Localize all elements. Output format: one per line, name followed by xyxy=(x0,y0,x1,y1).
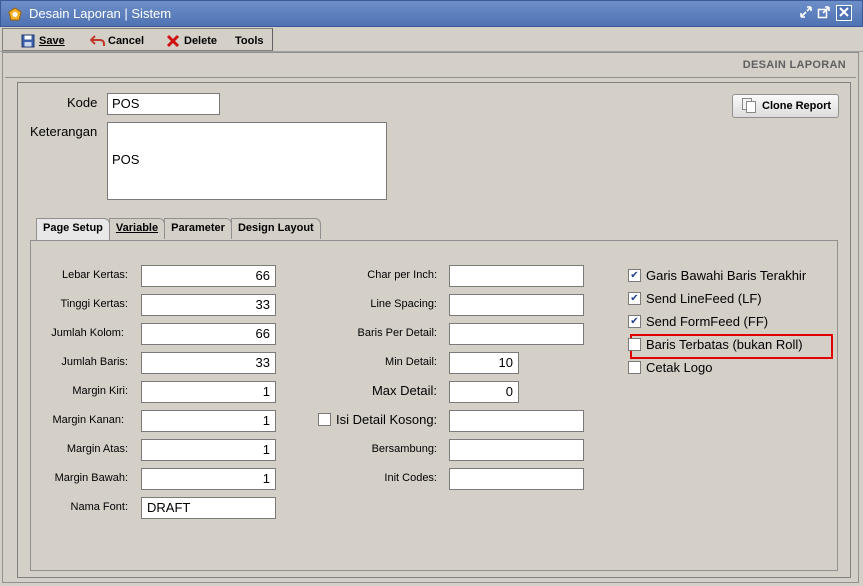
window-title: Desain Laporan | Sistem xyxy=(29,6,172,21)
clone-report-label: Clone Report xyxy=(762,100,832,112)
isi-detail-kosong-label: Isi Detail Kosong: xyxy=(336,412,438,427)
max-detail-label: Max Detail: xyxy=(371,383,437,398)
delete-label: Delete xyxy=(184,35,218,47)
tinggi-kertas-label: Tinggi Kertas: xyxy=(60,298,128,310)
toolbar-group: Save Cancel Delete Tools xyxy=(2,28,273,51)
line-spacing-field[interactable] xyxy=(449,294,584,316)
isi-detail-kosong-checkbox[interactable]: Isi Detail Kosong: xyxy=(318,412,437,427)
restore-icon[interactable] xyxy=(798,5,814,21)
min-detail-field[interactable]: 10 xyxy=(449,352,519,374)
jumlah-kolom-field[interactable]: 66 xyxy=(141,323,276,345)
floppy-disk-icon xyxy=(21,34,35,48)
checkbox-checked-icon[interactable]: ✔ xyxy=(628,292,641,305)
cancel-button[interactable]: Cancel xyxy=(89,32,145,50)
nama-font-label: Nama Font: xyxy=(70,501,128,513)
kode-label: Kode xyxy=(67,95,98,110)
keterangan-field[interactable]: POS xyxy=(107,122,387,200)
send-formfeed-checkbox[interactable]: ✔ Send FormFeed (FF) xyxy=(628,314,768,329)
tab-strip: Page Setup Variable Parameter Design Lay… xyxy=(36,218,321,240)
char-per-inch-field[interactable] xyxy=(449,265,584,287)
jumlah-baris-field[interactable]: 33 xyxy=(141,352,276,374)
lebar-kertas-field[interactable]: 66 xyxy=(141,265,276,287)
margin-kiri-label: Margin Kiri: xyxy=(72,385,128,397)
kode-field[interactable]: POS xyxy=(107,93,220,115)
margin-bawah-field[interactable]: 1 xyxy=(141,468,276,490)
margin-kanan-label: Margin Kanan: xyxy=(52,414,124,426)
save-button[interactable]: Save xyxy=(21,32,65,50)
baris-terbatas-checkbox[interactable]: Baris Terbatas (bukan Roll) xyxy=(628,337,803,352)
baris-terbatas-label: Baris Terbatas (bukan Roll) xyxy=(646,337,803,352)
tab-design-layout[interactable]: Design Layout xyxy=(230,218,321,239)
tools-button[interactable]: Tools xyxy=(235,32,264,50)
init-codes-label: Init Codes: xyxy=(384,472,437,484)
margin-kiri-field[interactable]: 1 xyxy=(141,381,276,403)
checkbox-box[interactable] xyxy=(318,413,331,426)
send-formfeed-label: Send FormFeed (FF) xyxy=(646,314,769,329)
nama-font-field[interactable]: DRAFT xyxy=(141,497,276,519)
keterangan-label: Keterangan xyxy=(30,124,98,139)
tools-label: Tools xyxy=(235,35,264,47)
cancel-label: Cancel xyxy=(108,35,145,47)
min-detail-label: Min Detail: xyxy=(385,356,437,368)
bersambung-label: Bersambung: xyxy=(371,443,437,455)
save-label: Save xyxy=(39,35,65,47)
baris-per-detail-field[interactable] xyxy=(449,323,584,345)
jumlah-kolom-label: Jumlah Kolom: xyxy=(51,327,124,339)
max-detail-field[interactable]: 0 xyxy=(449,381,519,403)
jumlah-baris-label: Jumlah Baris: xyxy=(61,356,128,368)
line-spacing-label: Line Spacing: xyxy=(370,298,437,310)
red-x-icon xyxy=(166,34,180,48)
app-icon xyxy=(8,7,22,21)
checkbox-box[interactable] xyxy=(628,361,641,374)
send-linefeed-checkbox[interactable]: ✔ Send LineFeed (LF) xyxy=(628,291,762,306)
garis-bawahi-checkbox[interactable]: ✔ Garis Bawahi Baris Terakhir xyxy=(628,268,806,283)
tab-page-setup[interactable]: Page Setup xyxy=(36,218,110,240)
clone-report-button[interactable]: Clone Report xyxy=(732,94,839,118)
page-setup-panel: Lebar Kertas: 66 Tinggi Kertas: 33 Jumla… xyxy=(30,240,838,571)
margin-bawah-label: Margin Bawah: xyxy=(54,472,128,484)
lebar-kertas-label: Lebar Kertas: xyxy=(61,269,128,281)
send-linefeed-label: Send LineFeed (LF) xyxy=(646,291,762,306)
form-panel: Kode POS Keterangan POS Clone Report Pag… xyxy=(17,82,851,578)
delete-button[interactable]: Delete xyxy=(166,32,217,50)
title-bar: Desain Laporan | Sistem xyxy=(0,0,863,27)
margin-atas-label: Margin Atas: xyxy=(66,443,128,455)
tab-parameter[interactable]: Parameter xyxy=(164,218,232,239)
init-codes-field[interactable] xyxy=(449,468,584,490)
margin-kanan-field[interactable]: 1 xyxy=(141,410,276,432)
tinggi-kertas-field[interactable]: 33 xyxy=(141,294,276,316)
maximize-icon[interactable] xyxy=(816,5,832,21)
baris-per-detail-label: Baris Per Detail: xyxy=(357,327,437,339)
undo-arrow-icon xyxy=(89,34,105,48)
isi-detail-kosong-field[interactable] xyxy=(449,410,584,432)
checkbox-box[interactable] xyxy=(628,338,641,351)
checkbox-checked-icon[interactable]: ✔ xyxy=(628,315,641,328)
main-pane: DESAIN LAPORAN Kode POS Keterangan POS C… xyxy=(2,52,859,583)
page-title: DESAIN LAPORAN xyxy=(742,59,846,71)
copy-document-icon xyxy=(741,97,757,116)
cetak-logo-checkbox[interactable]: Cetak Logo xyxy=(628,360,713,375)
garis-bawahi-label: Garis Bawahi Baris Terakhir xyxy=(646,268,807,283)
char-per-inch-label: Char per Inch: xyxy=(367,269,437,281)
toolbar: Save Cancel Delete Tools xyxy=(0,27,863,52)
divider xyxy=(5,77,856,78)
close-icon[interactable] xyxy=(836,5,852,21)
margin-atas-field[interactable]: 1 xyxy=(141,439,276,461)
checkbox-checked-icon[interactable]: ✔ xyxy=(628,269,641,282)
cetak-logo-label: Cetak Logo xyxy=(646,360,713,375)
tab-variable[interactable]: Variable xyxy=(108,218,166,239)
bersambung-field[interactable] xyxy=(449,439,584,461)
